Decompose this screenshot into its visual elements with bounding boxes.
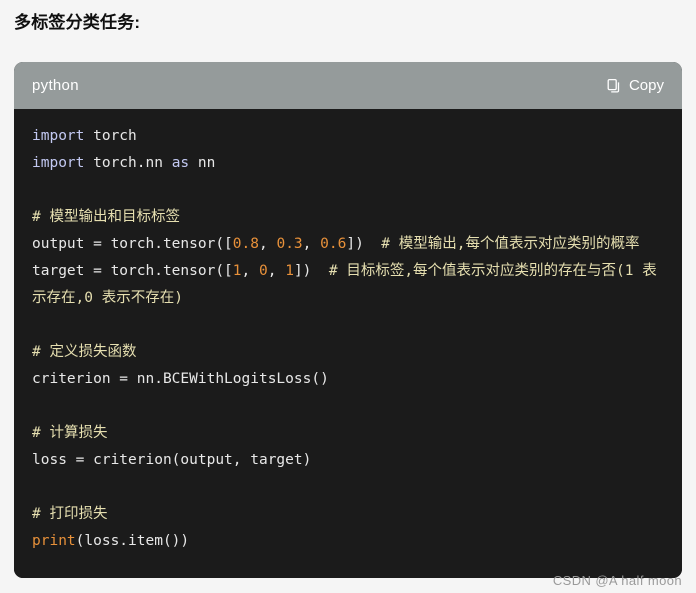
code-token: 1 [285, 263, 294, 279]
code-token: 0.6 [320, 236, 347, 252]
code-token: 0.3 [276, 236, 303, 252]
code-block-header: python Copy [14, 62, 682, 109]
copy-icon [606, 78, 622, 94]
code-token: output = torch.tensor([ [32, 236, 233, 252]
code-block: python Copy import torch import torch.nn … [14, 62, 682, 578]
code-line: import torch [32, 123, 664, 150]
code-token: target = torch.tensor([ [32, 263, 233, 279]
watermark: CSDN @A half moon [552, 573, 682, 588]
language-label: python [32, 77, 79, 94]
code-token: # 模型输出,每个值表示对应类别的概率 [381, 236, 640, 252]
code-content[interactable]: import torch import torch.nn as nn # 模型输出和… [14, 109, 682, 578]
code-token: print [32, 533, 76, 549]
copy-button[interactable]: Copy [606, 77, 664, 94]
code-line: # 计算损失 [32, 420, 664, 447]
code-token: 0 [259, 263, 268, 279]
code-line: # 打印损失 [32, 501, 664, 528]
code-token: ]) [346, 236, 382, 252]
code-token: (loss.item()) [75, 533, 190, 549]
code-line: target = torch.tensor([1, 0, 1]) # 目标标签,… [32, 258, 664, 312]
code-token: # 打印损失 [32, 506, 108, 522]
code-token: as [171, 155, 190, 171]
code-token: , [241, 263, 259, 279]
code-token: 1 [232, 263, 242, 279]
code-token: # 模型输出和目标标签 [32, 209, 180, 225]
code-token: # 计算损失 [32, 425, 108, 441]
code-line: # 定义损失函数 [32, 339, 664, 366]
code-token: ]) [293, 263, 329, 279]
code-token: criterion = nn.BCEWithLogitsLoss() [32, 371, 329, 387]
code-line: criterion = nn.BCEWithLogitsLoss() [32, 366, 664, 393]
code-line: output = torch.tensor([0.8, 0.3, 0.6]) #… [32, 231, 664, 258]
code-token: , [302, 236, 321, 252]
page-title: 多标签分类任务: [14, 13, 141, 32]
code-token: 0.8 [232, 236, 259, 252]
code-line: print(loss.item()) [32, 528, 664, 555]
code-line: import torch.nn as nn [32, 150, 664, 177]
code-token: , [259, 236, 277, 252]
code-token: , [267, 263, 286, 279]
code-line: # 模型输出和目标标签 [32, 204, 664, 231]
code-token: import [32, 128, 85, 144]
code-line: loss = criterion(output, target) [32, 447, 664, 474]
code-token: loss = criterion(output, target) [32, 452, 312, 468]
code-token: import [32, 155, 85, 171]
code-token: nn [189, 155, 216, 171]
code-token: torch [84, 128, 137, 144]
copy-button-label: Copy [628, 77, 664, 94]
code-token: torch.nn [84, 155, 172, 171]
code-token: # 定义损失函数 [32, 344, 137, 360]
